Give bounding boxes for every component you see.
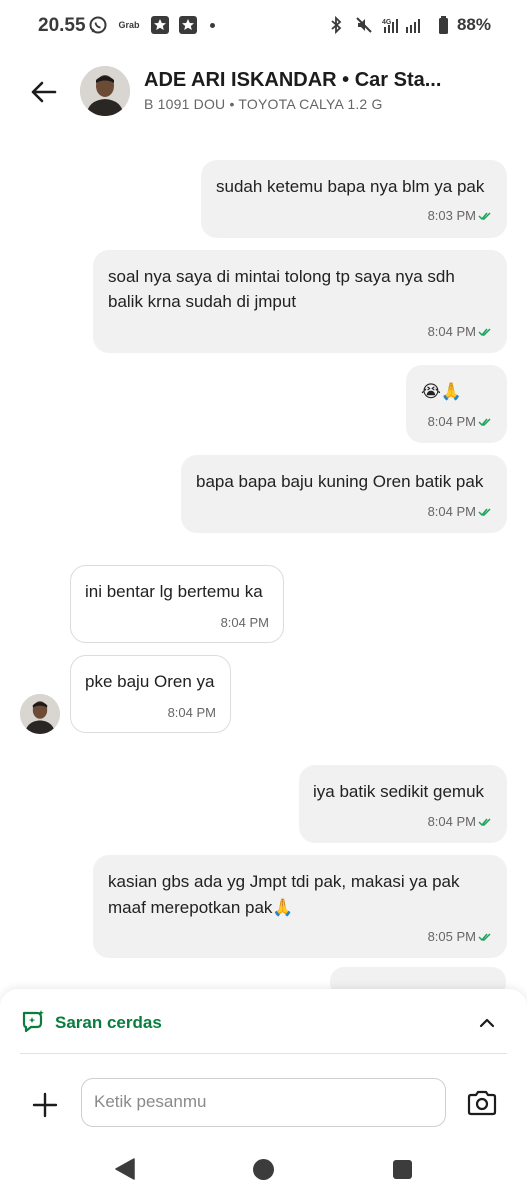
- driver-name-title: ADE ARI ISKANDAR • Car Sta...: [144, 69, 442, 91]
- whatsapp-icon: [89, 16, 107, 34]
- back-arrow-icon[interactable]: [26, 74, 62, 110]
- message-bubble-incoming[interactable]: pke baju Oren ya 8:04 PM: [70, 655, 231, 733]
- message-time: 8:04 PM: [427, 414, 476, 429]
- chevron-up-icon[interactable]: [475, 1011, 499, 1035]
- notification-icons: Grab: [88, 15, 215, 35]
- message-text: soal nya saya di mintai tolong tp saya n…: [108, 267, 455, 286]
- message-text: kasian gbs ada yg Jmpt tdi pak, makasi y…: [108, 872, 460, 891]
- read-receipt-icon: [478, 212, 491, 221]
- message-text: ini bentar lg bertemu ka: [85, 582, 263, 601]
- message-bubble-incoming[interactable]: ini bentar lg bertemu ka 8:04 PM: [70, 565, 284, 643]
- message-time: 8:04 PM: [220, 615, 269, 630]
- app-notification-icon-2: [179, 16, 197, 34]
- message-bubble-outgoing[interactable]: 😭🙏 8:04 PM: [406, 365, 507, 443]
- divider: [20, 1053, 507, 1054]
- message-bubble-outgoing[interactable]: soal nya saya di mintai tolong tp saya n…: [93, 250, 507, 353]
- plus-icon[interactable]: [30, 1090, 60, 1120]
- camera-icon[interactable]: [466, 1088, 498, 1118]
- driver-avatar-small[interactable]: [20, 694, 60, 734]
- message-text: pke baju Oren ya: [85, 672, 215, 691]
- status-time: 20.55: [38, 15, 86, 36]
- message-input-box[interactable]: [81, 1078, 446, 1127]
- read-receipt-icon: [478, 508, 491, 517]
- message-bubble-outgoing[interactable]: kasian gbs ada yg Jmpt tdi pak, makasi y…: [93, 855, 507, 958]
- message-text: maaf merepotkan pak🙏: [108, 898, 294, 917]
- smart-reply-label[interactable]: Saran cerdas: [55, 1013, 162, 1033]
- message-bubble-outgoing[interactable]: iya batik sedikit gemuk 8:04 PM: [299, 765, 507, 843]
- message-text: sudah ketemu bapa nya blm ya pak: [216, 177, 485, 196]
- read-receipt-icon: [478, 328, 491, 337]
- driver-avatar-photo: [80, 66, 130, 116]
- nav-back-icon[interactable]: [114, 1157, 136, 1181]
- message-input[interactable]: [94, 1079, 434, 1125]
- message-bubble-outgoing[interactable]: bapa bapa baju kuning Oren batik pak 8:0…: [181, 455, 507, 533]
- battery-icon: [438, 16, 448, 34]
- signal-icon: 4G: [382, 19, 420, 33]
- message-text: balik krna sudah di jmput: [108, 292, 297, 311]
- grab-notification-icon: Grab: [118, 20, 140, 30]
- message-bubble-outgoing[interactable]: sudah ketemu bapa nya blm ya pak 8:03 PM: [201, 160, 507, 238]
- vehicle-info: B 1091 DOU • TOYOTA CALYA 1.2 G: [144, 96, 383, 112]
- message-time: 8:04 PM: [167, 705, 216, 720]
- app-notification-icon: [151, 16, 169, 34]
- driver-avatar-small-photo: [20, 694, 60, 734]
- message-emoji-text: 😭🙏: [421, 382, 463, 401]
- battery-percent: 88%: [456, 15, 491, 34]
- message-time: 8:05 PM: [427, 929, 476, 944]
- read-receipt-icon: [478, 418, 491, 427]
- message-text: bapa bapa baju kuning Oren batik pak: [196, 472, 484, 491]
- message-text: iya batik sedikit gemuk: [313, 782, 485, 801]
- svg-text:4G: 4G: [382, 19, 392, 26]
- driver-avatar[interactable]: [80, 66, 130, 116]
- bluetooth-icon: [331, 15, 342, 35]
- nav-home-icon[interactable]: [253, 1159, 274, 1180]
- smart-reply-icon: [22, 1010, 44, 1033]
- status-bar: 20.55 Grab 4G 88%: [0, 0, 527, 52]
- message-time: 8:04 PM: [427, 324, 476, 339]
- mute-icon: [356, 17, 372, 33]
- system-icons: 4G 88%: [326, 15, 491, 35]
- message-time: 8:04 PM: [427, 504, 476, 519]
- nav-recent-icon[interactable]: [393, 1160, 412, 1179]
- read-receipt-icon: [478, 933, 491, 942]
- read-receipt-icon: [478, 818, 491, 827]
- message-time: 8:03 PM: [427, 208, 476, 223]
- more-notifications-dot: [210, 22, 215, 28]
- message-time: 8:04 PM: [427, 814, 476, 829]
- chat-header: ADE ARI ISKANDAR • Car Sta... B 1091 DOU…: [0, 60, 527, 124]
